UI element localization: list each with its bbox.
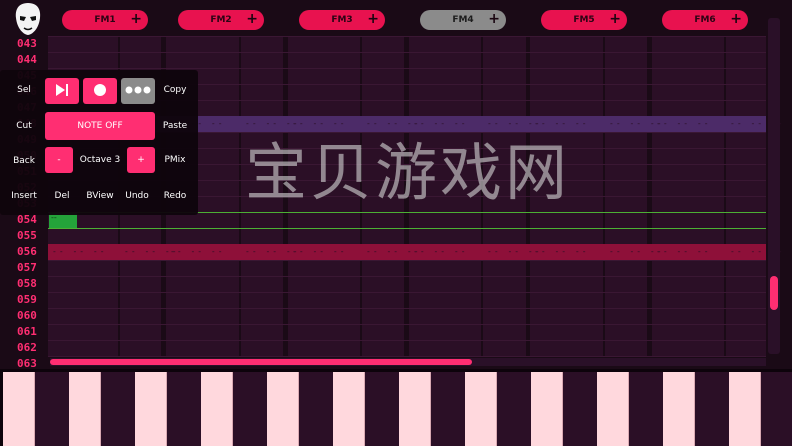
more-options-button[interactable] (121, 78, 155, 104)
watermark-text: 宝贝游戏网 (245, 136, 571, 209)
octave-up-button[interactable]: + (127, 147, 155, 173)
piano-black-key[interactable] (563, 372, 597, 446)
piano-black-key[interactable] (101, 372, 135, 446)
back-button[interactable]: Back (6, 147, 42, 175)
piano-black-key[interactable] (365, 372, 399, 446)
bview-button[interactable]: BView (81, 182, 119, 210)
channel-label: FM1 (94, 15, 116, 25)
row-gridline (48, 68, 766, 69)
piano-white-key[interactable] (399, 372, 431, 446)
piano-white-key[interactable] (531, 372, 563, 446)
copy-button[interactable]: Copy (157, 76, 193, 104)
select-button[interactable]: Sel (6, 76, 42, 104)
piano-white-key[interactable] (3, 372, 35, 446)
piano-white-key[interactable] (465, 372, 497, 446)
channel-label: FM5 (573, 15, 595, 25)
paste-button[interactable]: Paste (157, 112, 193, 140)
pattern-cell[interactable]: -- -- -- (534, 247, 589, 256)
piano-black-key[interactable] (35, 372, 69, 446)
row-gridline (48, 308, 766, 309)
octave-display: Octave 3 (79, 155, 121, 165)
row-number: 060 (17, 309, 37, 322)
add-channel-icon[interactable]: + (367, 11, 379, 27)
channel-button-fm3[interactable]: FM3 + (299, 10, 385, 30)
add-channel-icon[interactable]: + (246, 11, 258, 27)
row-number: 055 (17, 229, 37, 242)
piano-white-key[interactable] (729, 372, 761, 446)
app-logo-mask-icon (13, 2, 43, 36)
insert-button[interactable]: Insert (4, 182, 44, 210)
piano-black-key[interactable] (233, 372, 267, 446)
piano-black-key[interactable] (299, 372, 333, 446)
note-off-button[interactable]: NOTE OFF (45, 112, 155, 140)
piano-black-key[interactable] (695, 372, 729, 446)
row-number: 058 (17, 277, 37, 290)
record-icon (93, 83, 107, 100)
piano-white-key[interactable] (201, 372, 233, 446)
record-button[interactable] (83, 78, 117, 104)
piano-white-key[interactable] (333, 372, 365, 446)
piano-black-key[interactable] (761, 372, 792, 446)
add-channel-icon[interactable]: + (488, 11, 500, 27)
channel-label: FM6 (694, 15, 716, 25)
row-gridline (48, 340, 766, 341)
piano-black-key[interactable] (431, 372, 465, 446)
play-from-cursor-button[interactable] (45, 78, 79, 104)
row-gridline (48, 292, 766, 293)
piano-black-key[interactable] (167, 372, 201, 446)
channel-button-fm1[interactable]: FM1 + (62, 10, 148, 30)
more-dots-icon (124, 85, 152, 98)
delete-button[interactable]: Del (45, 182, 79, 210)
add-channel-icon[interactable]: + (130, 11, 142, 27)
row-number: 059 (17, 293, 37, 306)
piano-white-key[interactable] (663, 372, 695, 446)
piano-black-key[interactable] (629, 372, 663, 446)
channel-button-fm4[interactable]: FM4 + (420, 10, 506, 30)
piano-keyboard[interactable] (0, 369, 792, 446)
channel-button-fm5[interactable]: FM5 + (541, 10, 627, 30)
row-gridline (48, 260, 766, 261)
channel-button-fm6[interactable]: FM6 + (662, 10, 748, 30)
piano-white-key[interactable] (69, 372, 101, 446)
pattern-cell[interactable]: -- -- -- (656, 119, 711, 128)
row-number: 061 (17, 325, 37, 338)
add-channel-icon[interactable]: + (730, 11, 742, 27)
row-gridline (48, 52, 766, 53)
row-gridline (48, 276, 766, 277)
pattern-cell[interactable]: -- -- -- (656, 247, 711, 256)
selection-line (48, 228, 766, 229)
row-number: 044 (17, 53, 37, 66)
channel-label: FM2 (210, 15, 232, 25)
pattern-cell[interactable]: -- -- -- (52, 247, 107, 256)
pattern-cell[interactable]: -- -- -- (292, 247, 347, 256)
channel-label: FM4 (452, 15, 474, 25)
channel-label: FM3 (331, 15, 353, 25)
pattern-cell[interactable]: -- -- -- (413, 247, 468, 256)
octave-down-button[interactable]: - (45, 147, 73, 173)
undo-button[interactable]: Undo (120, 182, 154, 210)
piano-white-key[interactable] (267, 372, 299, 446)
channel-button-fm2[interactable]: FM2 + (178, 10, 264, 30)
piano-white-key[interactable] (597, 372, 629, 446)
vertical-scrollbar-thumb[interactable] (770, 276, 778, 310)
add-channel-icon[interactable]: + (609, 11, 621, 27)
selected-note-cell[interactable]: -- (49, 213, 77, 228)
row-number: 057 (17, 261, 37, 274)
piano-white-key[interactable] (135, 372, 167, 446)
row-number: 062 (17, 341, 37, 354)
row-gridline (48, 324, 766, 325)
row-gridline (48, 36, 766, 37)
pmix-button[interactable]: PMix (157, 146, 193, 174)
cut-button[interactable]: Cut (6, 112, 42, 140)
row-number: 056 (17, 245, 37, 258)
redo-button[interactable]: Redo (157, 182, 193, 210)
row-number: 043 (17, 37, 37, 50)
piano-black-key[interactable] (497, 372, 531, 446)
pattern-cell[interactable]: -- -- -- (170, 247, 225, 256)
play-step-icon (54, 83, 70, 100)
horizontal-scrollbar-thumb[interactable] (50, 359, 472, 365)
row-gridline (48, 356, 766, 357)
